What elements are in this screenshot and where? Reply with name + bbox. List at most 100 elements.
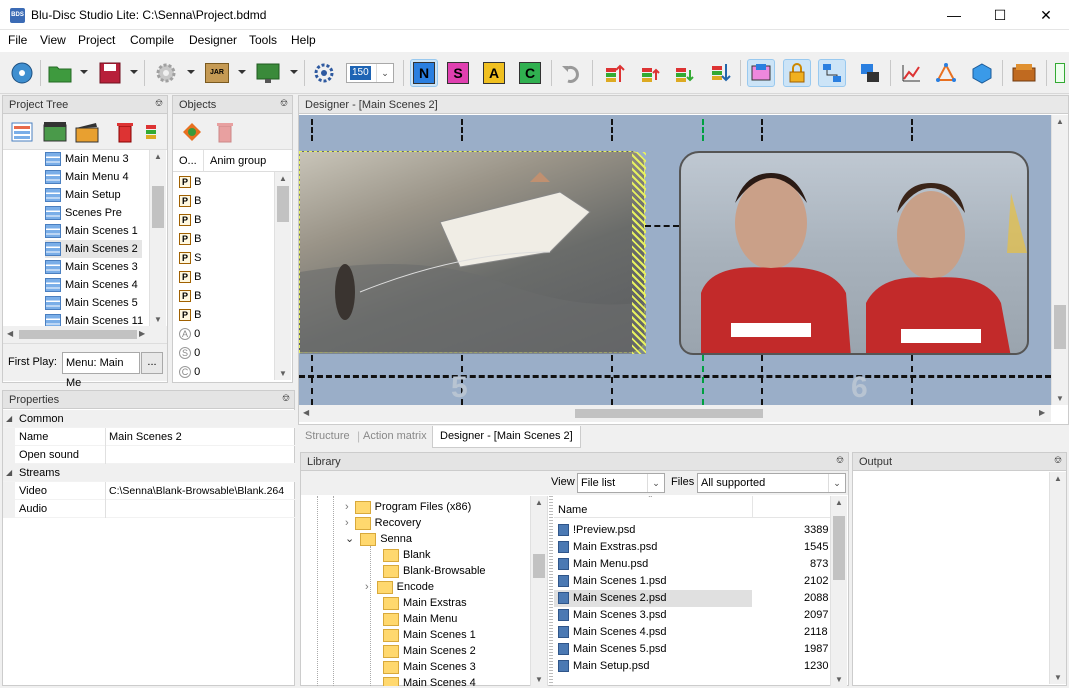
file-row-selected[interactable]: Main Scenes 2.psd 2088	[554, 590, 830, 607]
pin-icon[interactable]: ⎊	[155, 98, 163, 109]
file-row[interactable]: Main Setup.psd 1230	[554, 658, 830, 675]
close-button[interactable]: ✕	[1023, 0, 1069, 30]
menu-view[interactable]: View	[40, 33, 66, 47]
minimize-button[interactable]: —	[931, 0, 977, 30]
add-object-icon[interactable]	[178, 118, 206, 146]
objects-col-anim-group[interactable]: Anim group	[210, 155, 266, 167]
tree-item[interactable]: Main Menu 4	[45, 168, 129, 186]
tree-item-selected[interactable]: Main Scenes 2	[45, 240, 142, 258]
expander-icon[interactable]: ⌄	[345, 533, 354, 545]
tree-item[interactable]: Main Menu 3	[45, 150, 129, 168]
scroll-up-icon[interactable]: ▲	[1052, 117, 1068, 126]
tab-structure[interactable]: Structure	[305, 430, 350, 442]
tree-item[interactable]: Main Setup	[45, 186, 121, 204]
tab-action-matrix[interactable]: Action matrix	[363, 430, 427, 442]
clicked-state-button[interactable]: C	[516, 59, 544, 87]
file-row[interactable]: Main Menu.psd 873	[554, 556, 830, 573]
first-play-field[interactable]: Menu: Main Me	[62, 352, 140, 389]
tree-item[interactable]: Scenes Pre	[45, 204, 122, 222]
tab-designer-main-scenes-2[interactable]: Designer - [Main Scenes 2]	[432, 426, 581, 448]
scroll-down-icon[interactable]: ▼	[150, 315, 166, 324]
expander-icon[interactable]: ›	[365, 581, 369, 593]
pin-icon[interactable]: ⎊	[1054, 455, 1062, 466]
move-down-icon[interactable]	[670, 59, 698, 87]
scroll-up-icon[interactable]: ▲	[1050, 474, 1066, 483]
scene-thumbnail-drivers[interactable]	[679, 151, 1029, 355]
pin-icon[interactable]: ⎊	[280, 98, 288, 109]
menu-tools[interactable]: Tools	[249, 33, 277, 47]
settings-gear-icon[interactable]	[152, 59, 180, 87]
folder-item[interactable]: Main Scenes 4	[383, 674, 476, 686]
object-row[interactable]: P B	[179, 176, 201, 194]
scroll-down-icon[interactable]: ▼	[1052, 394, 1068, 403]
triangle-icon[interactable]	[932, 59, 960, 87]
more-toolbar-icon[interactable]	[1052, 59, 1068, 87]
network-icon[interactable]	[818, 59, 846, 87]
disc-burn-icon[interactable]	[1010, 59, 1038, 87]
property-row-video[interactable]: Video C:\Senna\Blank-Browsable\Blank.264	[3, 482, 296, 500]
menu-designer[interactable]: Designer	[189, 33, 237, 47]
preview-icon[interactable]	[747, 59, 775, 87]
scroll-left-icon[interactable]: ◀	[303, 408, 309, 417]
pin-icon[interactable]: ⎊	[836, 455, 844, 466]
tree-horizontal-scrollbar[interactable]: ◀ ▶	[3, 326, 167, 343]
menu-compile[interactable]: Compile	[130, 33, 174, 47]
file-row[interactable]: Main Scenes 5.psd 1987	[554, 641, 830, 658]
bring-front-icon[interactable]	[600, 59, 628, 87]
delete-icon[interactable]	[111, 118, 139, 146]
scroll-down-icon[interactable]: ▼	[1050, 673, 1066, 682]
scroll-up-icon[interactable]: ▲	[275, 174, 291, 183]
scroll-thumb[interactable]	[575, 409, 763, 418]
maximize-button[interactable]: ☐	[977, 0, 1023, 30]
scroll-up-icon[interactable]: ▲	[531, 498, 547, 507]
scroll-thumb[interactable]	[833, 516, 845, 580]
object-row[interactable]: C 0	[179, 366, 200, 380]
activated-state-button[interactable]: A	[480, 59, 508, 87]
monitor-icon[interactable]	[254, 59, 282, 87]
scroll-thumb[interactable]	[277, 186, 289, 222]
clapperboard-icon[interactable]	[73, 118, 101, 146]
add-scene-icon[interactable]	[41, 118, 69, 146]
scroll-right-icon[interactable]: ▶	[1039, 408, 1045, 417]
file-row[interactable]: Main Scenes 3.psd 2097	[554, 607, 830, 624]
object-row[interactable]: P B	[179, 309, 201, 327]
object-row[interactable]: P B	[179, 271, 201, 289]
file-row[interactable]: Main Scenes 1.psd 2102	[554, 573, 830, 590]
scroll-down-icon[interactable]: ▼	[275, 369, 291, 378]
expander-icon[interactable]: ›	[345, 501, 349, 513]
object-row[interactable]: P B	[179, 214, 201, 232]
object-row[interactable]: P B	[179, 290, 201, 308]
object-row[interactable]: P B	[179, 195, 201, 213]
property-row-audio[interactable]: Audio	[3, 500, 296, 518]
property-group-streams[interactable]: ◢ Streams	[3, 464, 296, 482]
layers-icon[interactable]	[141, 118, 161, 146]
zoom-select[interactable]: 150 ⌄	[346, 63, 394, 83]
scroll-thumb[interactable]	[1054, 305, 1066, 349]
collapse-icon[interactable]: ◢	[6, 410, 12, 428]
menu-project[interactable]: Project	[78, 33, 115, 47]
tree-item[interactable]: Main Scenes 11	[45, 312, 143, 326]
menu-help[interactable]: Help	[291, 33, 316, 47]
scroll-down-icon[interactable]: ▼	[831, 675, 847, 684]
tree-item[interactable]: Main Scenes 3	[45, 258, 138, 276]
collapse-icon[interactable]: ◢	[6, 464, 12, 482]
move-up-icon[interactable]	[636, 59, 664, 87]
scene-thumbnail-boat[interactable]	[299, 151, 646, 354]
cube-icon[interactable]	[968, 59, 996, 87]
undo-icon[interactable]	[557, 59, 585, 87]
scroll-down-icon[interactable]: ▼	[531, 675, 547, 684]
scroll-up-icon[interactable]: ▲	[150, 152, 166, 161]
property-value[interactable]: Main Scenes 2	[109, 428, 182, 446]
folder-vertical-scrollbar[interactable]: ▲ ▼	[530, 496, 547, 686]
object-row[interactable]: S 0	[179, 347, 200, 365]
delete-object-icon[interactable]	[211, 118, 239, 146]
property-row-name[interactable]: Name Main Scenes 2	[3, 428, 296, 446]
menu-file[interactable]: File	[8, 33, 27, 47]
object-row[interactable]: A 0	[179, 328, 200, 346]
file-row[interactable]: !Preview.psd 3389	[554, 522, 830, 539]
objects-vertical-scrollbar[interactable]: ▲ ▼	[274, 172, 291, 380]
tree-item[interactable]: Main Scenes 4	[45, 276, 138, 294]
object-row[interactable]: P S	[179, 252, 201, 270]
scroll-right-icon[interactable]: ▶	[139, 329, 145, 338]
save-icon[interactable]	[96, 59, 124, 87]
